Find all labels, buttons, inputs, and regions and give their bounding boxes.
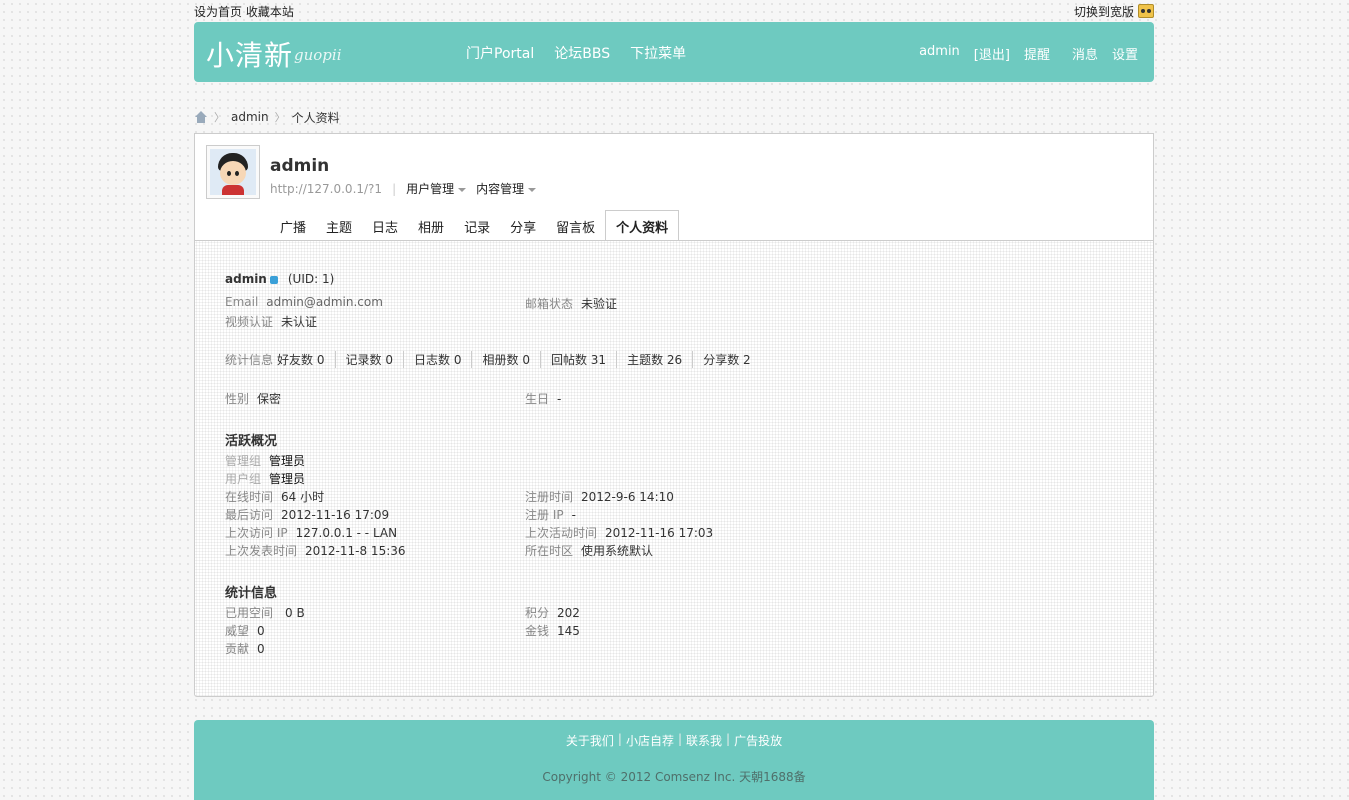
- online-time-row: 在线时间 64 小时: [225, 490, 325, 504]
- settings-link[interactable]: 设置: [1112, 44, 1138, 63]
- credits-row: 积分 202: [525, 606, 580, 620]
- breadcrumb-current: 个人资料: [291, 110, 340, 125]
- breadcrumb-user[interactable]: admin: [231, 110, 269, 124]
- gender-value: 保密: [257, 392, 282, 406]
- footer-ads-link[interactable]: 广告投放: [734, 732, 782, 749]
- main-nav: 门户Portal 论坛BBS 下拉菜单: [466, 43, 686, 63]
- tab-blog[interactable]: 日志: [362, 210, 408, 242]
- stat-albums[interactable]: 相册数 0: [472, 351, 541, 368]
- user-nav: admin [退出] 提醒 消息 设置: [919, 44, 1138, 63]
- tab-album[interactable]: 相册: [408, 210, 454, 242]
- register-time-row: 注册时间 2012-9-6 14:10: [525, 490, 674, 504]
- email-status-row: 邮箱状态 未验证: [525, 297, 618, 311]
- copyright: Copyright © 2012 Comsenz Inc. 天朝1688备: [542, 770, 806, 784]
- content-manage-menu[interactable]: 内容管理: [476, 180, 536, 197]
- space-row: 已用空间 0 B: [225, 606, 305, 620]
- stat-shares[interactable]: 分享数 2: [693, 351, 760, 368]
- remind-link[interactable]: 提醒: [1024, 44, 1050, 63]
- contribution-row: 贡献 0: [225, 642, 265, 656]
- site-header: 小清新 guopii 门户Portal 论坛BBS 下拉菜单 admin [退出…: [194, 22, 1154, 82]
- last-post-row: 上次发表时间 2012-11-8 15:36: [225, 544, 406, 558]
- stat-replies[interactable]: 回帖数 31: [541, 351, 618, 368]
- last-visit-row: 最后访问 2012-11-16 17:09: [225, 508, 390, 522]
- user-link[interactable]: admin: [919, 44, 960, 63]
- video-auth-row: 视频认证 未认证: [225, 315, 318, 329]
- timezone-row: 所在时区 使用系统默认: [525, 544, 654, 558]
- site-logo-subtitle: guopii: [294, 46, 342, 64]
- top-bar: 设为首页 收藏本站 切换到宽版: [194, 0, 1154, 22]
- online-status-icon: [269, 275, 278, 284]
- profile-tabs: 广播 主题 日志 相册 记录 分享 留言板 个人资料: [270, 210, 680, 242]
- stat-blogs[interactable]: 日志数 0: [404, 351, 473, 368]
- avatar-image: [210, 149, 256, 195]
- profile-url[interactable]: http://127.0.0.1/?1: [270, 182, 382, 196]
- tab-broadcast[interactable]: 广播: [270, 210, 316, 242]
- tab-profile[interactable]: 个人资料: [605, 210, 680, 242]
- footer-links: 关于我们 | 小店自荐 | 联系我 | 广告投放: [565, 732, 783, 749]
- set-home-link[interactable]: 设为首页: [194, 5, 242, 19]
- stat-threads[interactable]: 主题数 26: [617, 351, 694, 368]
- stat-friends[interactable]: 好友数 0: [277, 351, 336, 368]
- profile-content: admin (UID: 1) Email admin@admin.com 邮箱状态未…: [194, 240, 1154, 697]
- nav-bbs[interactable]: 论坛BBS: [554, 43, 610, 63]
- admin-group-link[interactable]: 管理员: [269, 454, 305, 468]
- breadcrumb: 〉 admin 〉 个人资料: [194, 108, 1154, 126]
- email-row: Email admin@admin.com: [225, 295, 383, 309]
- uid: (UID: 1): [287, 272, 335, 286]
- user-group-row: 用户组 管理员: [225, 472, 306, 486]
- birthday-row: 生日 -: [525, 392, 562, 406]
- username: admin: [225, 272, 267, 286]
- stat-records[interactable]: 记录数 0: [336, 351, 404, 368]
- nav-portal[interactable]: 门户Portal: [466, 43, 534, 63]
- tab-share[interactable]: 分享: [500, 210, 546, 242]
- footer-contact-link[interactable]: 联系我: [686, 732, 722, 749]
- activity-heading: 活跃概况: [225, 434, 278, 449]
- username-row: admin (UID: 1): [225, 272, 334, 286]
- birthday-value: -: [557, 392, 562, 406]
- user-manage-menu[interactable]: 用户管理: [406, 180, 466, 197]
- email-status-value: 未验证: [581, 297, 618, 311]
- logout-link[interactable]: [退出]: [974, 44, 1010, 63]
- profile-name: admin: [270, 156, 330, 176]
- last-active-row: 上次活动时间 2012-11-16 17:03: [525, 526, 714, 540]
- gender-row: 性别 保密: [225, 392, 282, 406]
- tab-threads[interactable]: 主题: [316, 210, 362, 242]
- divider: |: [392, 181, 397, 196]
- site-logo[interactable]: 小清新: [206, 34, 293, 74]
- email-value: admin@admin.com: [266, 295, 383, 309]
- avatar[interactable]: [206, 145, 260, 199]
- stats-row: 统计信息 好友数 0 记录数 0 日志数 0 相册数 0 回帖数 31 主题数 …: [225, 351, 761, 368]
- wide-layout-icon[interactable]: [1138, 4, 1154, 18]
- chevron-right-icon: 〉: [214, 111, 225, 124]
- messages-link[interactable]: 消息: [1072, 44, 1098, 63]
- nav-dropdown[interactable]: 下拉菜单: [630, 43, 686, 63]
- home-icon[interactable]: [194, 111, 208, 123]
- statistics-heading: 统计信息: [225, 586, 278, 601]
- tab-guestbook[interactable]: 留言板: [546, 210, 605, 242]
- video-auth-value: 未认证: [281, 315, 318, 329]
- chevron-right-icon: 〉: [274, 111, 286, 124]
- footer-about-link[interactable]: 关于我们: [566, 732, 614, 749]
- bookmark-link[interactable]: 收藏本站: [246, 5, 294, 19]
- profile-header: admin http://127.0.0.1/?1 | 用户管理 内容管理 广播…: [194, 133, 1154, 242]
- tab-records[interactable]: 记录: [454, 210, 500, 242]
- admin-group-row: 管理组 管理员: [225, 454, 306, 468]
- register-ip-row: 注册 IP -: [525, 508, 576, 522]
- footer-shop-link[interactable]: 小店自荐: [626, 732, 674, 749]
- site-footer: 关于我们 | 小店自荐 | 联系我 | 广告投放 Copyright © 2012 C…: [194, 720, 1154, 800]
- money-row: 金钱 145: [525, 624, 580, 638]
- last-ip-row: 上次访问 IP 127.0.0.1 - - LAN: [225, 526, 398, 540]
- profile-meta: http://127.0.0.1/?1 | 用户管理 内容管理: [270, 180, 536, 197]
- user-group-link[interactable]: 管理员: [269, 472, 305, 486]
- switch-wide-link[interactable]: 切换到宽版: [1074, 3, 1134, 20]
- prestige-row: 威望 0: [225, 624, 265, 638]
